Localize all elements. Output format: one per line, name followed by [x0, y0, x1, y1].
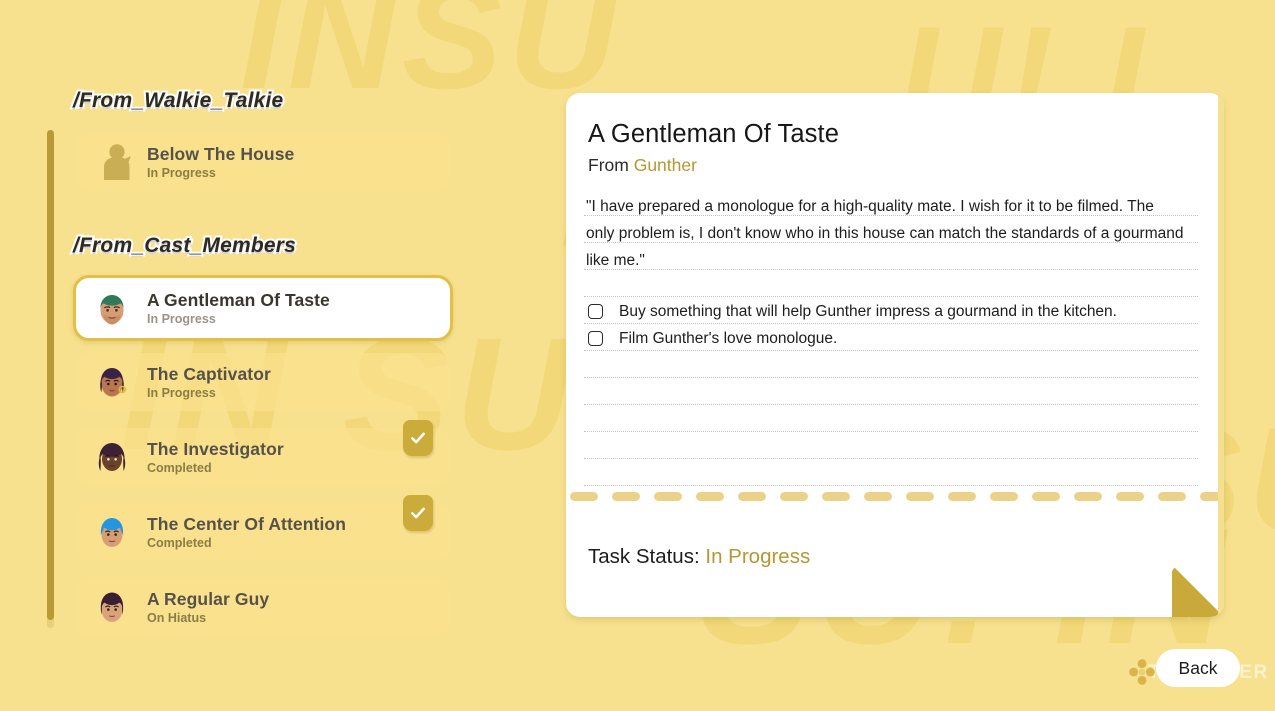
task-status-value: In Progress: [705, 545, 811, 568]
task-status-label: Task Status:: [588, 545, 700, 568]
task-item-text: A Regular Guy On Hiatus: [147, 589, 269, 625]
ruled-line: [584, 458, 1198, 459]
avatar-gunther: [90, 286, 134, 330]
avatar-the-center-of-attention: [90, 510, 134, 554]
task-item-text: The Investigator Completed: [147, 439, 284, 475]
ruled-line: [584, 485, 1198, 486]
task-item-status: Completed: [147, 536, 212, 551]
task-item-status: Completed: [147, 461, 212, 476]
silhouette-icon: [90, 140, 134, 184]
task-item-text: The Center Of Attention Completed: [147, 514, 346, 550]
task-item-text: A Gentleman Of Taste In Progress: [147, 290, 330, 326]
objective-label: Buy something that will help Gunther imp…: [619, 303, 1117, 320]
objective-item[interactable]: Film Gunther's love monologue.: [588, 325, 1188, 352]
task-item-name: A Regular Guy: [147, 588, 270, 609]
task-detail-from: From Gunther: [588, 155, 697, 176]
back-control: THEGAMER Back: [1128, 649, 1268, 691]
objective-list: Buy something that will help Gunther imp…: [588, 298, 1188, 352]
scrollbar-thumb[interactable]: [47, 130, 54, 620]
task-item-text: The Captivator In Progress: [147, 364, 271, 400]
task-detail-card: A Gentleman Of Taste From Gunther "I hav…: [566, 93, 1224, 617]
ruled-line: [584, 296, 1198, 297]
task-item-the-captivator[interactable]: The Captivator In Progress: [76, 353, 450, 411]
task-item-status: In Progress: [147, 312, 216, 327]
avatar-the-investigator: [90, 435, 134, 479]
avatar-a-regular-guy: [90, 585, 134, 629]
task-item-name: The Investigator: [147, 438, 284, 459]
back-button[interactable]: Back: [1156, 649, 1240, 687]
avatar-the-captivator: [90, 360, 134, 404]
task-detail-footer: Task Status: In Progress: [566, 497, 1224, 617]
task-item-the-center-of-attention[interactable]: The Center Of Attention Completed: [76, 495, 450, 561]
back-button-label: Back: [1178, 657, 1218, 678]
status-badge-completed: [403, 420, 433, 456]
task-item-a-regular-guy[interactable]: A Regular Guy On Hiatus: [76, 578, 450, 636]
objective-item[interactable]: Buy something that will help Gunther imp…: [588, 298, 1188, 325]
ruled-line: [584, 404, 1198, 405]
task-item-the-investigator[interactable]: The Investigator Completed: [76, 420, 450, 486]
task-item-status: In Progress: [147, 386, 216, 401]
group-title-walkie-talkie: /From_Walkie_Talkie: [71, 87, 285, 114]
task-detail-quote: "I have prepared a monologue for a high-…: [586, 198, 1184, 269]
page-fold-corner: [1172, 565, 1224, 617]
objective-checkbox[interactable]: [588, 304, 603, 319]
ruled-line: [584, 431, 1198, 432]
task-list-pane: /From_Walkie_Talkie Below The House In P…: [0, 0, 520, 711]
task-item-status: On Hiatus: [147, 611, 207, 626]
clover-icon: [1128, 658, 1156, 686]
task-item-status: In Progress: [147, 166, 216, 181]
task-item-name: The Center Of Attention: [147, 513, 347, 534]
from-label: From: [588, 155, 629, 175]
task-detail-title: A Gentleman Of Taste: [588, 120, 839, 148]
task-status: Task Status: In Progress: [588, 545, 810, 569]
task-item-below-the-house[interactable]: Below The House In Progress: [76, 133, 450, 191]
task-detail-body: A Gentleman Of Taste From Gunther "I hav…: [566, 93, 1224, 501]
task-list-scrollbar[interactable]: [47, 130, 54, 628]
task-item-name: A Gentleman Of Taste: [147, 289, 330, 310]
objective-checkbox[interactable]: [588, 331, 603, 346]
task-item-name: Below The House: [147, 143, 295, 164]
task-item-text: Below The House In Progress: [147, 144, 294, 180]
objective-label: Film Gunther's love monologue.: [619, 330, 838, 347]
task-item-a-gentleman-of-taste[interactable]: A Gentleman Of Taste In Progress: [73, 275, 453, 341]
task-item-name: The Captivator: [147, 363, 271, 384]
group-title-cast-members: /From_Cast_Members: [71, 232, 298, 259]
from-character-name: Gunther: [633, 155, 697, 175]
status-badge-completed: [403, 495, 433, 531]
ruled-line: [584, 377, 1198, 378]
